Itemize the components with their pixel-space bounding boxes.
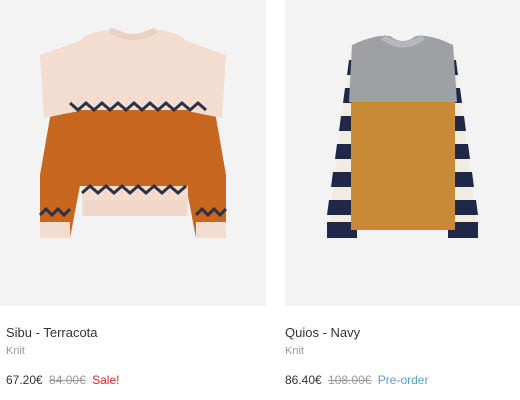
sale-badge: Sale! — [92, 373, 120, 387]
original-price: 108.00€ — [328, 373, 372, 387]
original-price: 84.00€ — [49, 373, 86, 387]
sweater-illustration-sibu — [38, 27, 228, 238]
price-row: 67.20€ 84.00€ Sale! — [6, 373, 119, 387]
product-name[interactable]: Quios - Navy — [285, 325, 360, 340]
sweater-illustration-quios — [327, 34, 478, 238]
product-grid: Sibu - Terracota Knit 67.20€ 84.00€ Sale… — [0, 0, 520, 400]
price-row: 86.40€ 108.00€ Pre-order — [285, 373, 428, 387]
product-category: Knit — [285, 345, 304, 357]
product-name[interactable]: Sibu - Terracota — [6, 325, 98, 340]
current-price: 86.40€ — [285, 373, 322, 387]
product-image-quios[interactable] — [285, 0, 520, 306]
current-price: 67.20€ — [6, 373, 43, 387]
preorder-badge: Pre-order — [377, 373, 429, 387]
product-category: Knit — [6, 345, 25, 357]
product-image-sibu[interactable] — [0, 0, 266, 306]
